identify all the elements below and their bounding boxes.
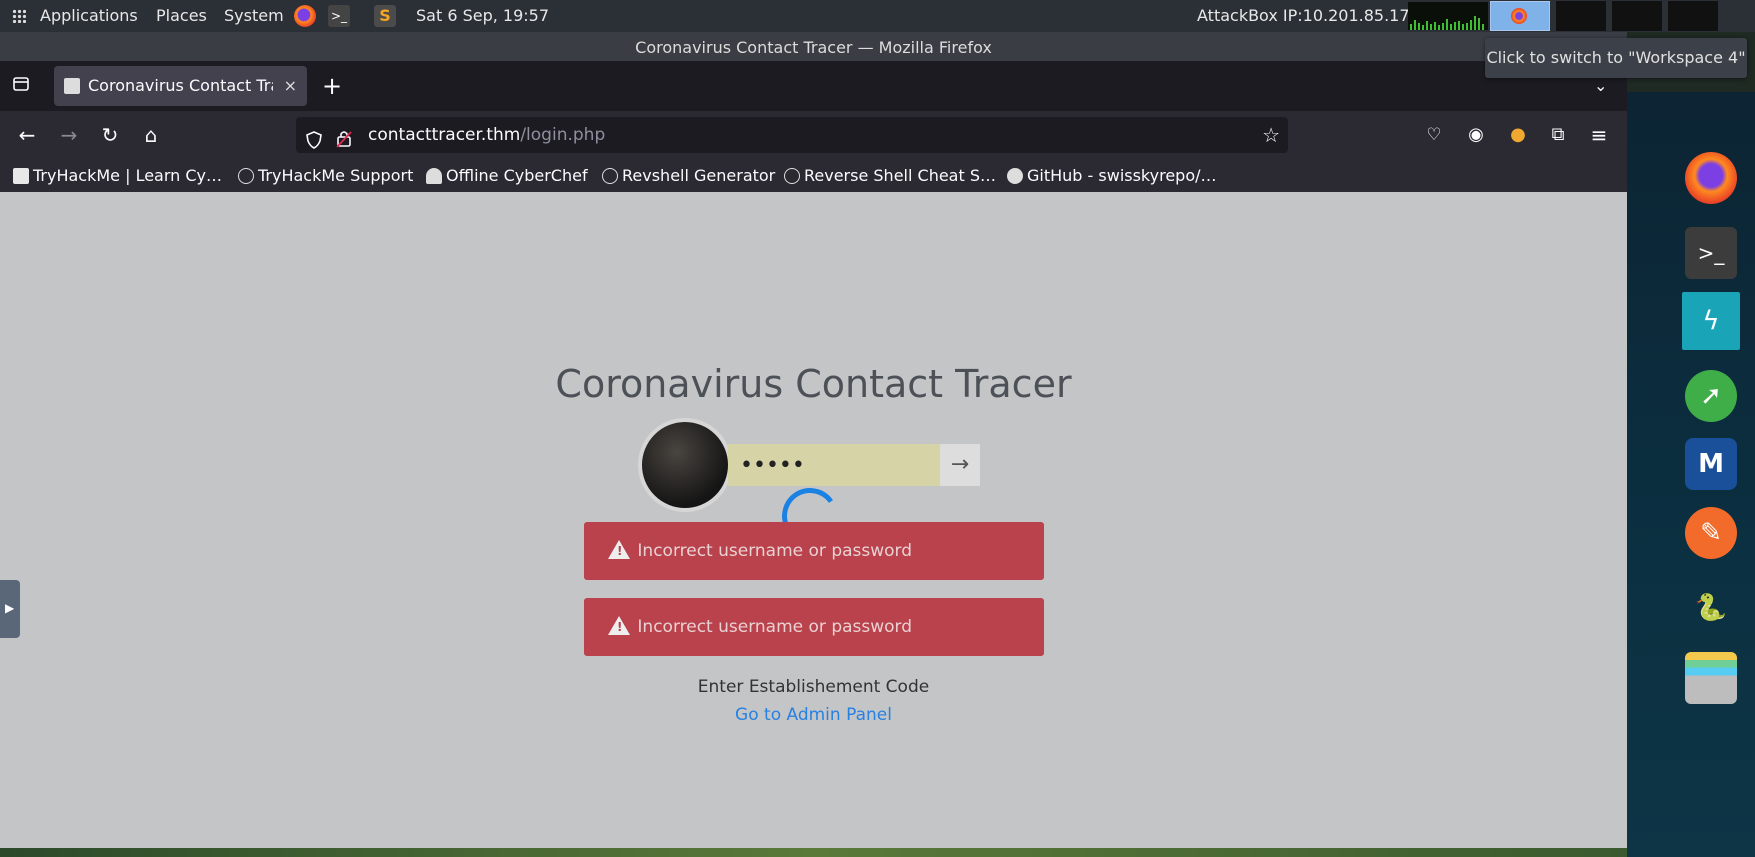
clock[interactable]: Sat 6 Sep, 19:57: [416, 0, 549, 32]
submit-arrow-button[interactable]: →: [940, 444, 980, 486]
bookmark-label: TryHackMe Support: [258, 166, 414, 185]
bookmark-thm-support[interactable]: TryHackMe Support: [238, 159, 413, 192]
firefox-launcher-icon[interactable]: [294, 5, 316, 27]
arrow-right-icon: →: [950, 452, 970, 477]
globe-icon: [602, 168, 618, 184]
bookmark-reverse-shell[interactable]: Reverse Shell Cheat S…: [784, 159, 996, 192]
page-title: Coronavirus Contact Tracer: [555, 362, 1072, 406]
window-title: Coronavirus Contact Tracer — Mozilla Fir…: [0, 32, 1627, 61]
url-text[interactable]: contacttracer.thm/login.php: [368, 117, 605, 153]
bookmark-star-icon[interactable]: ☆: [1262, 117, 1280, 153]
bookmark-label: Revshell Generator: [622, 166, 776, 185]
tab-close-icon[interactable]: ×: [284, 66, 297, 106]
extension-foxyproxy-icon[interactable]: ●: [1503, 111, 1533, 159]
url-bar[interactable]: contacttracer.thm/login.php ☆: [296, 117, 1288, 153]
rocket-icon[interactable]: ➚: [1685, 370, 1737, 422]
places-menu[interactable]: Places: [156, 0, 207, 32]
home-icon[interactable]: ⌂: [136, 111, 166, 159]
account-icon[interactable]: ◉: [1461, 111, 1491, 159]
system-monitor-graph[interactable]: [1408, 2, 1488, 30]
firefox-view-icon[interactable]: [12, 75, 30, 93]
tab-title: Coronavirus Contact Tracer: [88, 76, 273, 95]
metasploit-icon[interactable]: M: [1685, 438, 1737, 490]
warning-icon: !: [608, 540, 630, 559]
reload-icon[interactable]: ↻: [95, 111, 125, 159]
lightning-app-icon[interactable]: ϟ: [1682, 292, 1740, 350]
attackbox-ip: AttackBox IP:10.201.85.175: [1197, 6, 1420, 25]
snake-icon[interactable]: 🐍: [1685, 582, 1737, 634]
alert-text: Incorrect username or password: [637, 617, 913, 637]
bookmark-revshell[interactable]: Revshell Generator: [602, 159, 775, 192]
files-icon[interactable]: [1685, 652, 1737, 704]
workspace-2[interactable]: [1556, 1, 1606, 31]
side-panel-handle[interactable]: ▶: [0, 580, 20, 638]
terminal-icon[interactable]: >_: [1685, 227, 1737, 279]
terminal-launcher-icon[interactable]: >_: [328, 5, 350, 27]
password-field[interactable]: [728, 444, 940, 486]
tab-active[interactable]: Coronavirus Contact Tracer ×: [54, 66, 307, 106]
menu-hamburger-icon[interactable]: ≡: [1584, 111, 1614, 159]
tryhackme-icon: [13, 168, 29, 184]
apps-grid-icon[interactable]: [12, 0, 26, 32]
firefox-icon[interactable]: [1685, 152, 1737, 204]
top-panel: Applications Places System >_ S Sat 6 Se…: [0, 0, 1755, 32]
bookmark-label: Offline CyberChef: [446, 166, 588, 185]
bookmark-tryhackme[interactable]: TryHackMe | Learn Cy…: [13, 159, 222, 192]
avatar: [638, 418, 732, 512]
workspace-4[interactable]: [1668, 1, 1718, 31]
page-content: ▶ Coronavirus Contact Tracer → ! Incorre…: [0, 192, 1627, 848]
bookmarks-toolbar: TryHackMe | Learn Cy… TryHackMe Support …: [0, 159, 1627, 192]
url-path: /login.php: [520, 125, 606, 145]
desktop-background: [0, 848, 1627, 857]
establishment-code-text: Enter Establishement Code: [697, 677, 930, 697]
admin-panel-link: Go to Admin Panel: [0, 705, 1627, 725]
cloud-icon: [238, 168, 254, 184]
github-icon: [1007, 168, 1023, 184]
applications-menu[interactable]: Applications: [40, 0, 138, 32]
new-tab-icon[interactable]: +: [322, 61, 342, 111]
tab-favicon-icon: [64, 78, 80, 94]
bookmark-github[interactable]: GitHub - swisskyrepo/…: [1007, 159, 1217, 192]
chef-hat-icon: [426, 168, 442, 184]
system-menu[interactable]: System: [224, 0, 284, 32]
url-host: contacttracer.thm: [368, 125, 521, 145]
workspace-tooltip: Click to switch to "Workspace 4": [1485, 38, 1747, 78]
extensions-puzzle-icon[interactable]: ⧉: [1543, 111, 1573, 159]
insecure-lock-icon[interactable]: [336, 125, 352, 161]
pocket-icon[interactable]: ♡: [1419, 111, 1449, 159]
firefox-window-icon: [1511, 8, 1527, 24]
sublime-launcher-icon[interactable]: S: [374, 5, 396, 27]
play-icon: ▶: [5, 601, 15, 615]
admin-panel-link-text[interactable]: Go to Admin Panel: [735, 705, 892, 725]
workspace-1[interactable]: [1490, 1, 1550, 31]
alert-text: Incorrect username or password: [637, 541, 913, 561]
bookmark-label: Reverse Shell Cheat S…: [804, 166, 996, 185]
dock: >_ ϟ ➚ M ✎ 🐍: [1627, 92, 1755, 857]
forward-icon[interactable]: →: [54, 111, 84, 159]
back-icon[interactable]: ←: [12, 111, 42, 159]
burp-icon[interactable]: ✎: [1685, 507, 1737, 559]
shield-icon[interactable]: [306, 126, 322, 162]
nav-bar: ← → ↻ ⌂ contacttracer.thm/login.php ☆ ♡ …: [0, 111, 1627, 159]
bookmark-cyberchef[interactable]: Offline CyberChef: [426, 159, 588, 192]
bookmark-label: GitHub - swisskyrepo/…: [1027, 166, 1217, 185]
globe-icon: [784, 168, 800, 184]
workspace-3[interactable]: [1612, 1, 1662, 31]
bookmark-label: TryHackMe | Learn Cy…: [33, 166, 223, 185]
error-alert: ! Incorrect username or password: [584, 598, 1044, 656]
error-alert: ! Incorrect username or password: [584, 522, 1044, 580]
warning-icon: !: [608, 616, 630, 635]
tab-strip: Coronavirus Contact Tracer × + ⌄: [0, 61, 1627, 111]
